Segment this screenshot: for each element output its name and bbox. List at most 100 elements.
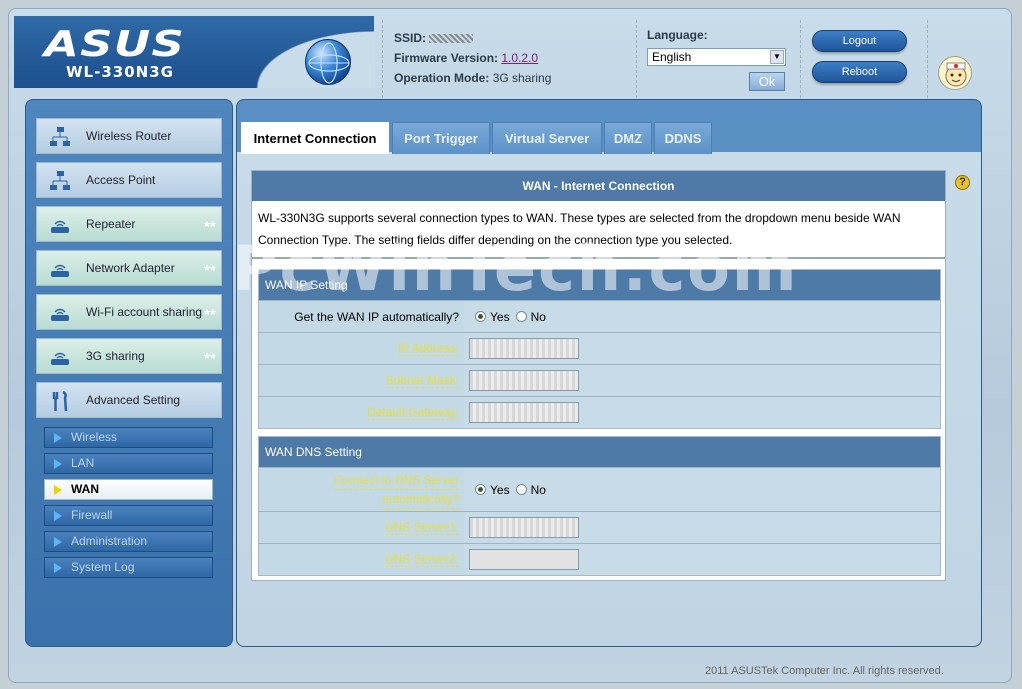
field-label: DNS Server1: — [259, 512, 464, 543]
sidebar-subitem-label: Firewall — [71, 508, 113, 522]
tab-internet-connection[interactable]: Internet Connection — [241, 122, 389, 154]
default-gateway-input[interactable] — [469, 402, 579, 423]
arrow-right-icon — [54, 459, 62, 469]
subnet-mask-row: Subnet Mask: — [259, 364, 940, 396]
ssid-row: SSID: — [394, 28, 636, 48]
field-label: Connect to DNS Server automatically? — [259, 468, 464, 511]
language-ok-button[interactable]: Ok — [749, 72, 785, 91]
star-icon: ★★ — [202, 351, 217, 361]
sidebar-item-wifi-account-sharing[interactable]: Wi-Fi account sharing ★★ — [36, 294, 222, 330]
help-icon[interactable]: ? — [955, 175, 970, 190]
arrow-right-icon — [54, 433, 62, 443]
sidebar-subitem-wireless[interactable]: Wireless — [44, 427, 213, 448]
reboot-button[interactable]: Reboot — [812, 61, 907, 83]
dns-server1-label[interactable]: DNS Server1: — [384, 520, 459, 535]
wifi-device-icon — [51, 308, 69, 321]
dns-auto-radios: Yes No — [465, 468, 940, 511]
dns-auto-label-line1[interactable]: Connect to DNS Server — [333, 471, 459, 490]
wan-dns-section: WAN DNS Setting Connect to DNS Server au… — [258, 436, 941, 576]
content-panel: WAN - Internet Connection WL-330N3G supp… — [251, 170, 946, 581]
opmode-value: 3G sharing — [492, 71, 552, 85]
sidebar-subitem-label: Administration — [71, 534, 148, 548]
default-gateway-row: Default Gateway: — [259, 396, 940, 428]
wan-ip-auto-yes-radio[interactable] — [475, 311, 486, 322]
dns-server2-label[interactable]: DNS Server2: — [384, 552, 459, 567]
sidebar-item-label: Access Point — [86, 173, 156, 187]
field-label: Get the WAN IP automatically? — [259, 301, 464, 332]
globe-icon — [305, 39, 351, 85]
field-label: Subnet Mask: — [259, 365, 464, 396]
language-selected: English — [652, 50, 692, 64]
sidebar-subitem-label: LAN — [71, 456, 95, 470]
brand-logo: ASUS — [44, 24, 186, 65]
tab-port-trigger[interactable]: Port Trigger — [392, 122, 490, 154]
sidebar-subitem-wan[interactable]: WAN — [44, 479, 213, 500]
ip-address-label[interactable]: IP Address: — [397, 341, 459, 356]
wifi-device-icon — [51, 220, 69, 233]
language-area: Language: English ▼ Ok — [647, 28, 792, 91]
sidebar-subitem-label: WAN — [71, 482, 99, 496]
arrow-right-icon — [54, 485, 62, 495]
tab-ddns[interactable]: DDNS — [654, 122, 712, 154]
sidebar-item-label: Advanced Setting — [86, 393, 181, 407]
dns-auto-yes-radio[interactable] — [475, 484, 486, 495]
sidebar-item-wireless-router[interactable]: Wireless Router — [36, 118, 222, 154]
dns-auto-row: Connect to DNS Server automatically? Yes… — [259, 467, 940, 511]
sidebar-item-network-adapter[interactable]: Network Adapter ★★ — [36, 250, 222, 286]
tab-dmz[interactable]: DMZ — [604, 122, 652, 154]
network-icon — [50, 127, 70, 146]
sidebar-subitem-administration[interactable]: Administration — [44, 531, 213, 552]
model-name: WL-330N3G — [66, 63, 174, 81]
sidebar-subitem-lan[interactable]: LAN — [44, 453, 213, 474]
dns-auto-no-radio[interactable] — [515, 484, 527, 495]
default-gateway-label[interactable]: Default Gateway: — [366, 405, 459, 420]
dns-server1-input[interactable] — [469, 517, 579, 538]
dns-server2-row: DNS Server2: — [259, 543, 940, 575]
dns-server2-input[interactable] — [469, 549, 579, 570]
ssid-redacted-icon — [429, 34, 474, 44]
ssid-label: SSID: — [394, 31, 427, 45]
field-value — [465, 544, 940, 575]
radio-label: Yes — [490, 482, 510, 497]
tab-virtual-server[interactable]: Virtual Server — [492, 122, 602, 154]
divider — [927, 20, 928, 98]
avatar-icon — [938, 56, 972, 90]
logout-button[interactable]: Logout — [812, 30, 907, 52]
sidebar-item-repeater[interactable]: Repeater ★★ — [36, 206, 222, 242]
language-label: Language: — [647, 28, 708, 42]
dns-auto-label-line2[interactable]: automatically? — [382, 490, 459, 509]
subnet-mask-label[interactable]: Subnet Mask: — [385, 373, 459, 388]
wan-ip-auto-no-radio[interactable] — [515, 311, 527, 322]
ip-address-input[interactable] — [469, 338, 579, 359]
sidebar-subitem-system-log[interactable]: System Log — [44, 557, 213, 578]
field-value — [465, 333, 940, 364]
star-icon: ★★ — [202, 263, 217, 273]
language-select[interactable]: English ▼ — [647, 48, 786, 66]
chevron-down-icon[interactable]: ▼ — [770, 50, 784, 64]
arrow-right-icon — [54, 511, 62, 521]
sidebar-item-3g-sharing[interactable]: 3G sharing ★★ — [36, 338, 222, 374]
sidebar-item-access-point[interactable]: Access Point — [36, 162, 222, 198]
field-label: Default Gateway: — [259, 397, 464, 428]
footer-copyright: 2011 ASUSTek Computer Inc. All rights re… — [705, 665, 944, 677]
subnet-mask-input[interactable] — [469, 370, 579, 391]
sidebar-subitem-firewall[interactable]: Firewall — [44, 505, 213, 526]
section-title: WAN DNS Setting — [259, 437, 940, 467]
arrow-right-icon — [54, 537, 62, 547]
opmode-label: Operation Mode: — [394, 71, 490, 85]
radio-label: No — [530, 482, 546, 497]
divider — [252, 257, 945, 259]
opmode-row: Operation Mode: 3G sharing — [394, 68, 636, 88]
sidebar-item-label: Network Adapter — [86, 261, 175, 275]
field-label: IP Address: — [259, 333, 464, 364]
section-title: WAN IP Setting — [259, 270, 940, 300]
sidebar-item-advanced-setting[interactable]: Advanced Setting — [36, 382, 222, 418]
sidebar-item-label: Wi-Fi account sharing — [86, 305, 203, 319]
star-icon: ★★ — [202, 307, 217, 317]
network-icon — [50, 171, 70, 190]
radio-label: Yes — [490, 309, 510, 324]
firmware-row: Firmware Version: 1.0.2.0 — [394, 48, 636, 68]
firmware-label: Firmware Version: — [394, 51, 499, 65]
field-value — [465, 365, 940, 396]
firmware-version-link[interactable]: 1.0.2.0 — [501, 51, 538, 65]
